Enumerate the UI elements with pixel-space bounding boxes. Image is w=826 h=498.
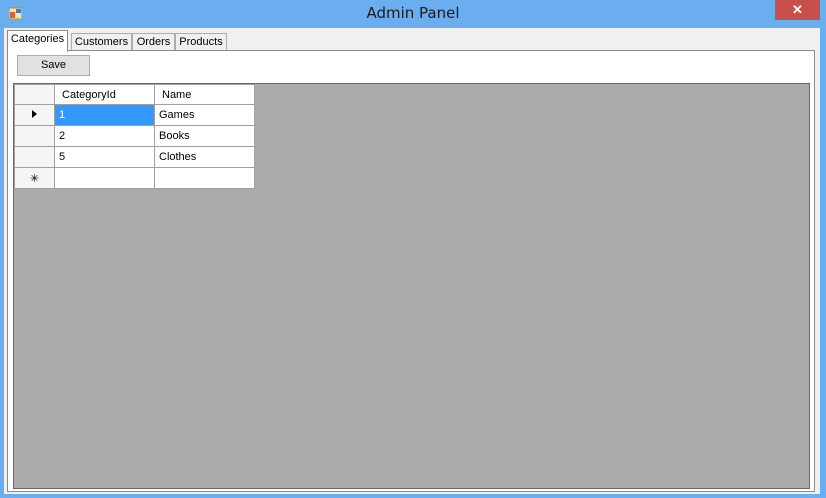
- grid-corner-header[interactable]: [14, 84, 55, 105]
- grid-header-row: CategoryId Name: [14, 84, 255, 105]
- cell-categoryid[interactable]: 1: [54, 104, 155, 126]
- row-header[interactable]: [14, 125, 55, 147]
- close-icon: ✕: [792, 2, 803, 17]
- categories-data-grid[interactable]: CategoryId Name 1 Games 2 Books 5 Clothe…: [13, 83, 810, 489]
- admin-panel-window: Admin Panel ✕ Categories Customers Order…: [0, 0, 826, 498]
- cell-name[interactable]: Clothes: [154, 146, 255, 168]
- row-header[interactable]: [14, 146, 55, 168]
- cell-name[interactable]: Books: [154, 125, 255, 147]
- column-header-categoryid[interactable]: CategoryId: [54, 84, 155, 105]
- tab-categories[interactable]: Categories: [7, 30, 68, 52]
- current-row-arrow-icon: [32, 110, 37, 118]
- new-cell-name[interactable]: [154, 167, 255, 189]
- categories-tab-page: Save CategoryId Name 1 Games 2 Books 5 C…: [7, 50, 815, 492]
- new-row[interactable]: ✳: [14, 167, 255, 189]
- tab-customers[interactable]: Customers: [71, 33, 132, 51]
- new-row-asterisk-icon: ✳: [29, 172, 40, 185]
- cell-name[interactable]: Games: [154, 104, 255, 126]
- row-header[interactable]: [14, 104, 55, 126]
- tab-orders[interactable]: Orders: [132, 33, 175, 51]
- window-title: Admin Panel: [366, 4, 460, 22]
- close-button[interactable]: ✕: [775, 0, 820, 20]
- title-bar[interactable]: Admin Panel ✕: [0, 0, 826, 28]
- column-header-name[interactable]: Name: [154, 84, 255, 105]
- client-area: Categories Customers Orders Products Sav…: [4, 28, 820, 494]
- row-header[interactable]: ✳: [14, 167, 55, 189]
- cell-categoryid[interactable]: 2: [54, 125, 155, 147]
- new-cell-categoryid[interactable]: [54, 167, 155, 189]
- grid-table: CategoryId Name 1 Games 2 Books 5 Clothe…: [14, 84, 255, 189]
- save-button[interactable]: Save: [17, 55, 90, 76]
- table-row[interactable]: 1 Games: [14, 104, 255, 126]
- tab-products[interactable]: Products: [175, 33, 227, 51]
- cell-categoryid[interactable]: 5: [54, 146, 155, 168]
- table-row[interactable]: 2 Books: [14, 125, 255, 147]
- table-row[interactable]: 5 Clothes: [14, 146, 255, 168]
